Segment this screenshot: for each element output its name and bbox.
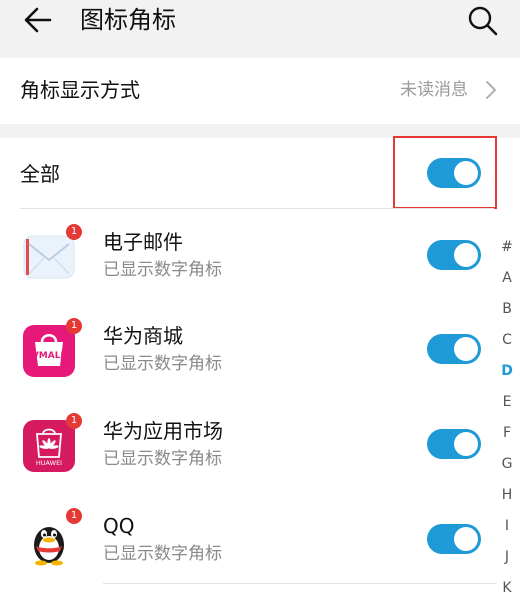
unread-badge: 1: [66, 224, 82, 240]
chevron-right-icon: [486, 81, 496, 99]
divider: [20, 208, 494, 209]
huawei-logo-text: HUAWEI: [36, 459, 62, 467]
list-item-qq[interactable]: 1 QQ 已显示数字角标: [0, 508, 500, 597]
all-toggle-label: 全部: [20, 162, 60, 186]
app-badge-status: 已显示数字角标: [103, 544, 222, 564]
index-letter[interactable]: D: [497, 356, 517, 387]
highlight-box: [393, 136, 497, 209]
app-name: 华为商城: [103, 324, 183, 348]
index-letter[interactable]: #: [497, 232, 517, 263]
index-letter[interactable]: C: [497, 325, 517, 356]
index-letter[interactable]: F: [497, 418, 517, 449]
index-letter[interactable]: K: [497, 573, 517, 597]
app-badge-status: 已显示数字角标: [103, 354, 222, 374]
app-badge-status: 已显示数字角标: [103, 449, 222, 469]
app-name: 华为应用市场: [103, 419, 223, 443]
badge-mode-value: 未读消息: [400, 80, 468, 100]
app-toggle-switch[interactable]: [427, 334, 481, 364]
app-badge-status: 已显示数字角标: [103, 260, 222, 280]
list-item-email[interactable]: 1 电子邮件 已显示数字角标: [0, 224, 500, 324]
unread-badge: 1: [66, 508, 82, 524]
index-letter[interactable]: I: [497, 511, 517, 542]
list-item-appgallery[interactable]: HUAWEI 1 华为应用市场 已显示数字角标: [0, 413, 500, 513]
index-letter[interactable]: E: [497, 387, 517, 418]
app-badge-list: 全部 1 电子邮件 已显示数字角标 VMALL 1 华为商城 已显示数字角标 H…: [0, 136, 520, 597]
badge-mode-row[interactable]: 角标显示方式 未读消息: [0, 58, 520, 124]
all-toggle-row: 全部: [0, 136, 520, 209]
vmall-logo-text: VMALL: [32, 351, 67, 361]
unread-badge: 1: [66, 413, 82, 429]
index-letter[interactable]: H: [497, 480, 517, 511]
badge-mode-label: 角标显示方式: [20, 78, 140, 102]
top-bar: 图标角标: [0, 0, 520, 50]
index-letter[interactable]: G: [497, 449, 517, 480]
page-title: 图标角标: [80, 6, 176, 34]
unread-badge: 1: [66, 318, 82, 334]
app-name: QQ: [103, 514, 135, 538]
index-letter[interactable]: A: [497, 263, 517, 294]
alphabet-index-bar[interactable]: # A B C D E F G H I J K: [497, 232, 517, 597]
app-name: 电子邮件: [103, 230, 183, 254]
app-toggle-switch[interactable]: [427, 429, 481, 459]
search-icon[interactable]: [466, 4, 500, 38]
index-letter[interactable]: J: [497, 542, 517, 573]
index-letter[interactable]: B: [497, 294, 517, 325]
app-toggle-switch[interactable]: [427, 524, 481, 554]
list-item-vmall[interactable]: VMALL 1 华为商城 已显示数字角标: [0, 318, 500, 418]
divider: [103, 583, 497, 584]
app-toggle-switch[interactable]: [427, 240, 481, 270]
back-arrow-icon[interactable]: [20, 2, 56, 38]
